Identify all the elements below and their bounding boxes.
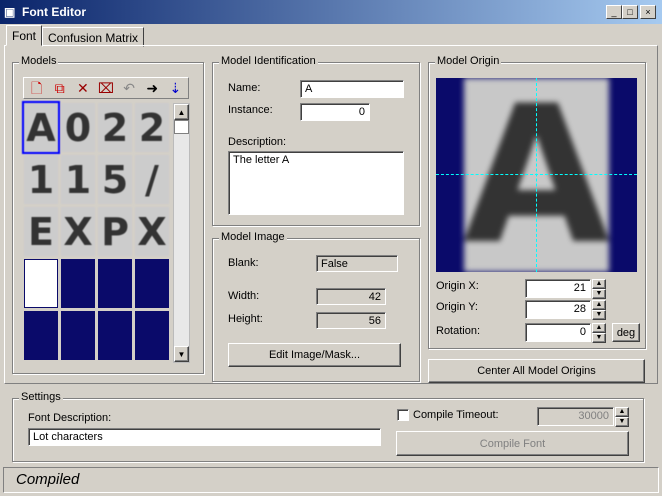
new-model-icon[interactable]: 🗋 — [28, 79, 45, 97]
origin-x-label: Origin X: — [436, 280, 479, 292]
scroll-thumb[interactable] — [174, 120, 189, 134]
model-tile[interactable] — [98, 259, 132, 308]
model-tile[interactable] — [135, 259, 169, 308]
model-tile[interactable]: / — [135, 155, 169, 204]
font-description-input[interactable]: Lot characters — [28, 428, 381, 446]
description-textarea[interactable]: The letter A — [228, 151, 404, 215]
title-bar: ▣ Font Editor — [0, 0, 662, 24]
instance-label: Instance: — [228, 104, 273, 116]
model-tile[interactable] — [24, 259, 58, 308]
rotation-down[interactable]: ▼ — [592, 333, 606, 343]
close-button[interactable]: × — [640, 5, 656, 19]
deg-button[interactable]: deg — [612, 323, 640, 342]
app-icon: ▣ — [4, 5, 16, 19]
scroll-down-button[interactable]: ▼ — [174, 346, 189, 362]
height-value: 56 — [316, 312, 386, 329]
minimize-button[interactable]: _ — [606, 5, 622, 19]
models-scrollbar[interactable]: ▲ ▼ — [173, 103, 190, 363]
edit-image-mask-button[interactable]: Edit Image/Mask... — [228, 343, 401, 367]
blank-value: False — [316, 255, 398, 272]
model-tile[interactable]: 5 — [98, 155, 132, 204]
rotation-up[interactable]: ▲ — [592, 323, 606, 333]
model-tile[interactable] — [24, 311, 58, 360]
model-tile[interactable]: A — [22, 101, 60, 154]
origin-y-label: Origin Y: — [436, 301, 478, 313]
model-tile[interactable]: P — [98, 207, 132, 256]
rotation-input[interactable]: 0 — [525, 323, 591, 342]
model-tile[interactable] — [61, 311, 95, 360]
settings-legend: Settings — [19, 391, 63, 403]
compile-timeout-input[interactable]: 30000 — [537, 407, 614, 426]
origin-x-down[interactable]: ▼ — [592, 289, 606, 299]
compile-timeout-checkbox[interactable] — [397, 409, 409, 421]
copy-model-icon[interactable]: ⧉ — [51, 79, 68, 97]
model-tile[interactable]: 0 — [61, 103, 95, 152]
rotation-label: Rotation: — [436, 325, 481, 337]
image-legend: Model Image — [219, 231, 287, 243]
compile-font-button[interactable]: Compile Font — [396, 431, 629, 456]
crosshair-horizontal — [436, 174, 637, 175]
window-title: Font Editor — [22, 5, 86, 19]
status-bar: Compiled — [3, 467, 659, 493]
width-label: Width: — [228, 290, 260, 302]
model-tile[interactable]: X — [61, 207, 95, 256]
models-legend: Models — [19, 55, 59, 67]
identification-legend: Model Identification — [219, 55, 318, 67]
model-tile[interactable] — [98, 311, 132, 360]
tab-confusion-matrix[interactable]: Confusion Matrix — [42, 27, 145, 47]
origin-x-input[interactable]: 21 — [525, 279, 591, 298]
height-label: Height: — [228, 313, 263, 325]
model-tile[interactable]: X — [135, 207, 169, 256]
font-description-label: Font Description: — [28, 412, 112, 424]
model-tile[interactable]: 1 — [24, 155, 58, 204]
center-all-origins-button[interactable]: Center All Model Origins — [428, 359, 645, 383]
maximize-button[interactable]: □ — [622, 5, 638, 19]
width-value: 42 — [316, 288, 386, 305]
sort-icon[interactable]: ⇣ — [167, 79, 184, 97]
model-tile[interactable] — [61, 259, 95, 308]
blank-label: Blank: — [228, 257, 259, 269]
origin-legend: Model Origin — [435, 55, 502, 67]
delete-icon[interactable]: ✕ — [74, 79, 91, 97]
name-input[interactable]: A — [300, 80, 404, 98]
origin-x-up[interactable]: ▲ — [592, 279, 606, 289]
origin-y-down[interactable]: ▼ — [592, 310, 606, 320]
crosshair-vertical — [536, 78, 537, 272]
model-tile[interactable] — [135, 311, 169, 360]
scroll-up-button[interactable]: ▲ — [174, 104, 189, 120]
model-tile[interactable]: E — [24, 207, 58, 256]
origin-preview[interactable]: A — [436, 78, 637, 272]
models-toolbar: 🗋 ⧉ ✕ ⌧ ↶ ➜ ⇣ — [23, 77, 189, 99]
description-label: Description: — [228, 136, 287, 148]
model-grid: A 0 2 2 1 1 5/E X P X — [22, 101, 172, 360]
status-text: Compiled — [16, 471, 80, 488]
name-label: Name: — [228, 82, 261, 94]
origin-y-input[interactable]: 28 — [525, 300, 591, 319]
origin-y-up[interactable]: ▲ — [592, 300, 606, 310]
model-tile[interactable]: 1 — [61, 155, 95, 204]
model-tile[interactable]: 2 — [135, 103, 169, 152]
instance-input[interactable]: 0 — [300, 103, 370, 121]
tab-font[interactable]: Font — [6, 25, 43, 46]
arrow-right-icon[interactable]: ➜ — [144, 79, 161, 97]
compile-timeout-label: Compile Timeout: — [413, 409, 499, 421]
delete-all-icon[interactable]: ⌧ — [97, 79, 114, 97]
timeout-down[interactable]: ▼ — [615, 417, 629, 427]
model-tile[interactable]: 2 — [98, 103, 132, 152]
arrow-left-icon[interactable]: ↶ — [121, 79, 138, 97]
timeout-up[interactable]: ▲ — [615, 407, 629, 417]
